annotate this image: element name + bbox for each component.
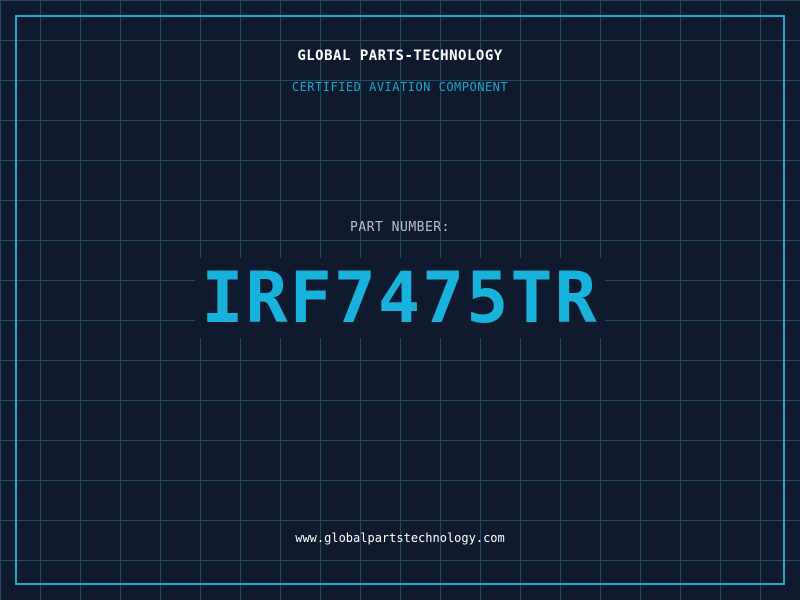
part-number-label: PART NUMBER: bbox=[350, 220, 450, 235]
website-url: www.globalpartstechnology.com bbox=[295, 531, 505, 545]
part-number: IRF7475TR bbox=[201, 257, 599, 339]
company-name: GLOBAL PARTS-TECHNOLOGY bbox=[297, 48, 503, 64]
tagline: CERTIFIED AVIATION COMPONENT bbox=[291, 80, 509, 94]
part-card: GLOBAL PARTS-TECHNOLOGY CERTIFIED AVIATI… bbox=[0, 0, 800, 600]
